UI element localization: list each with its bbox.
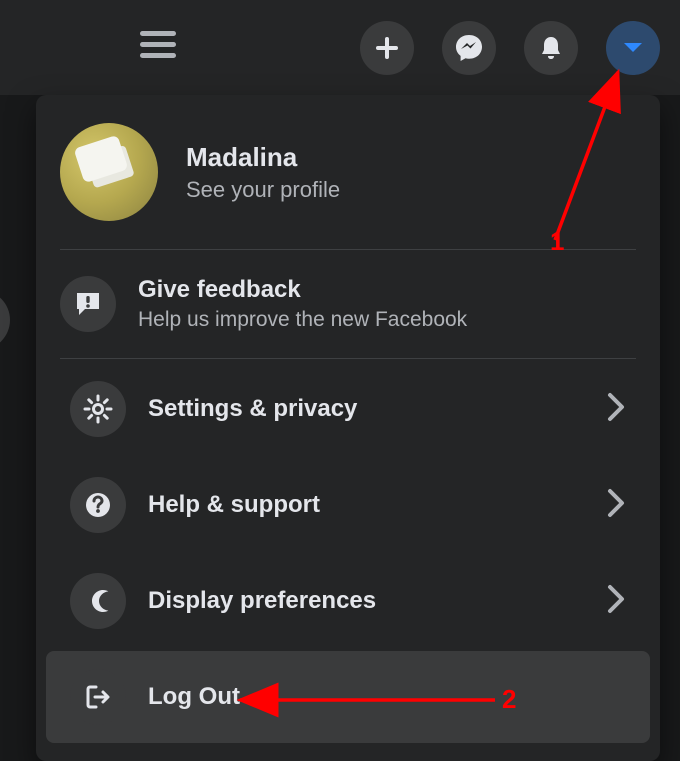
messenger-button[interactable] (442, 21, 496, 75)
settings-privacy-item[interactable]: Settings & privacy (46, 363, 650, 455)
display-preferences-item[interactable]: Display preferences (46, 555, 650, 647)
log-out-label: Log Out (148, 683, 626, 711)
moon-icon (70, 573, 126, 629)
gear-icon (70, 381, 126, 437)
help-support-label: Help & support (148, 491, 606, 519)
chevron-right-icon (606, 487, 626, 524)
feedback-subtitle: Help us improve the new Facebook (138, 308, 467, 332)
messenger-icon (454, 33, 484, 63)
settings-privacy-label: Settings & privacy (148, 395, 606, 423)
account-menu-button[interactable] (606, 21, 660, 75)
divider (60, 358, 636, 359)
give-feedback-item[interactable]: Give feedback Help us improve the new Fa… (36, 250, 660, 358)
account-dropdown: Madalina See your profile Give feedback … (36, 95, 660, 761)
help-icon (70, 477, 126, 533)
bell-icon (537, 34, 565, 62)
caret-down-icon (622, 41, 644, 55)
profile-link[interactable]: Madalina See your profile (36, 105, 660, 249)
chevron-right-icon (606, 583, 626, 620)
display-preferences-label: Display preferences (148, 587, 606, 615)
plus-icon (374, 35, 400, 61)
side-decoration (0, 290, 10, 350)
hamburger-menu-button[interactable] (140, 31, 176, 64)
profile-subtitle: See your profile (186, 177, 340, 203)
profile-name: Madalina (186, 142, 340, 173)
feedback-icon (60, 276, 116, 332)
log-out-item[interactable]: Log Out (46, 651, 650, 743)
create-button[interactable] (360, 21, 414, 75)
avatar (60, 123, 158, 221)
logout-icon (70, 669, 126, 725)
notifications-button[interactable] (524, 21, 578, 75)
help-support-item[interactable]: Help & support (46, 459, 650, 551)
chevron-right-icon (606, 391, 626, 428)
hamburger-icon (140, 31, 176, 59)
feedback-title: Give feedback (138, 276, 467, 304)
